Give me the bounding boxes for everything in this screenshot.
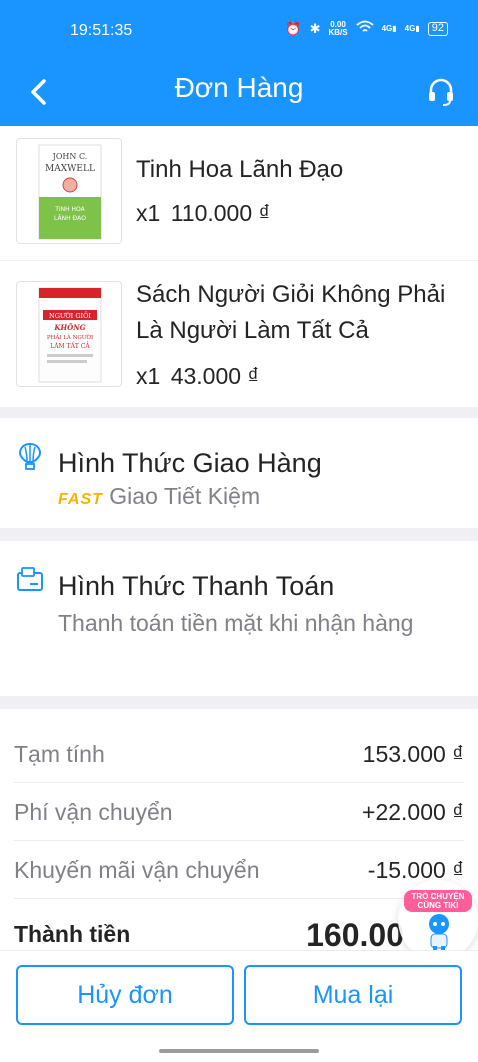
svg-text:LÃNH ĐẠO: LÃNH ĐẠO [54,215,86,222]
alarm-icon: ⏰ [285,20,302,36]
status-icons: ⏰ ✱ 0.00 KB/S 4G▮ 4G▮ 92 [285,20,448,37]
page-title: Đơn Hàng [174,72,304,103]
bottom-action-bar: Hủy đơn Mua lại [0,950,478,1062]
shipping-section: Hình Thức Giao Hàng FAST Giao Tiết Kiệm [0,418,478,528]
svg-text:KHÔNG: KHÔNG [53,323,85,332]
home-indicator[interactable] [159,1049,319,1053]
product-thumbnail[interactable]: NGƯỜI GIỎI KHÔNG PHẢI LÀ NGƯỜI LÀM TẤT C… [16,281,122,387]
signal-icon-2: 4G▮ [404,24,420,33]
status-bar: 19:51:35 ⏰ ✱ 0.00 KB/S 4G▮ 4G▮ 92 [0,0,478,62]
summary-row-shipping-fee: Phí vận chuyển +22.000 ₫ [14,785,464,841]
svg-text:NGƯỜI GIỎI: NGƯỜI GIỎI [49,310,91,320]
shipping-balloon-icon [16,442,44,470]
svg-text:MAXWELL: MAXWELL [45,164,95,174]
product-thumbnail[interactable]: JOHN C. MAXWELL TINH HOA LÃNH ĐẠO [16,138,122,244]
payment-section: Hình Thức Thanh Toán Thanh toán tiền mặt… [0,541,478,696]
bluetooth-icon: ✱ [309,20,321,36]
cancel-order-button[interactable]: Hủy đơn [16,965,234,1025]
payment-method: Thanh toán tiền mặt khi nhận hàng [58,610,414,636]
tiki-mascot-icon [429,914,449,952]
signal-icon-1: 4G▮ [381,24,397,33]
payment-title: Hình Thức Thanh Toán [58,571,335,601]
order-item[interactable]: NGƯỜI GIỎI KHÔNG PHẢI LÀ NGƯỜI LÀM TẤT C… [0,261,478,407]
fast-badge: FAST [58,491,103,508]
battery-icon: 92 [427,21,448,36]
header-bar: Đơn Hàng [0,62,478,126]
rebuy-button[interactable]: Mua lại [244,965,462,1025]
net-speed: 0.00 KB/S [328,19,348,37]
svg-text:JOHN C.: JOHN C. [52,152,88,161]
wifi-icon [356,20,374,37]
payment-card-icon [16,565,44,593]
product-name[interactable]: Tinh Hoa Lãnh Đạo [136,152,458,188]
chat-label: TRÒ CHUYỆN CÙNG TIKI [404,890,472,912]
svg-text:PHẢI LÀ NGƯỜI: PHẢI LÀ NGƯỜI [47,333,93,341]
order-item[interactable]: JOHN C. MAXWELL TINH HOA LÃNH ĐẠO Tinh H… [0,126,478,260]
shipping-method: FAST Giao Tiết Kiệm [58,483,261,509]
status-time: 19:51:35 [70,22,133,39]
summary-row-total: Thành tiền 160.00 [14,917,404,953]
svg-text:TINH HOA: TINH HOA [54,206,85,213]
chat-with-tiki-button[interactable]: TRÒ CHUYỆN CÙNG TIKI [398,880,478,960]
summary-row-subtotal: Tạm tính 153.000 ₫ [14,727,464,783]
shipping-title: Hình Thức Giao Hàng [58,448,322,478]
product-name[interactable]: Sách Người Giỏi Không Phải Là Người Làm … [136,277,458,349]
summary-row-shipping-discount: Khuyến mãi vận chuyển -15.000 ₫ [14,843,464,899]
product-qty-price: x1 43.000 ₫ [136,363,260,389]
headset-icon[interactable] [424,74,458,108]
svg-text:LÀM TẤT CẢ: LÀM TẤT CẢ [50,342,90,350]
product-qty-price: x1 110.000 ₫ [136,200,271,226]
